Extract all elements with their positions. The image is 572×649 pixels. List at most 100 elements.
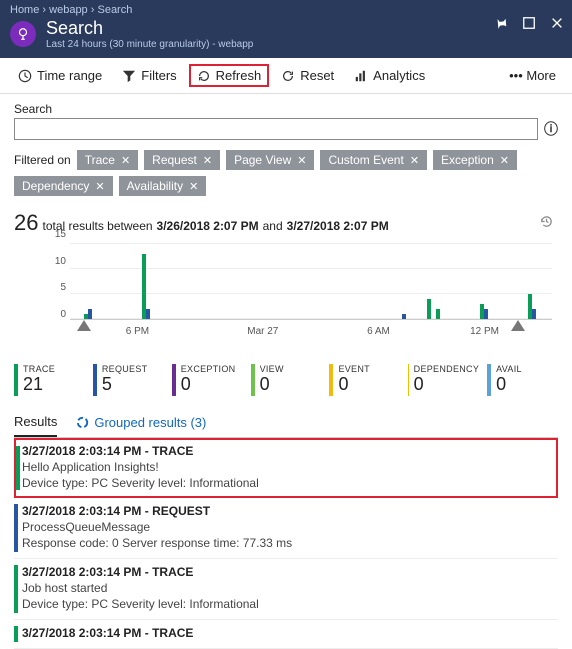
header: Home › webapp › Search Search Last 24 ho… <box>0 0 572 58</box>
breadcrumb-app[interactable]: webapp <box>49 4 88 16</box>
maximize-icon[interactable] <box>522 16 536 35</box>
chip-remove-icon[interactable]: ✕ <box>203 154 212 167</box>
chart-bar-request[interactable] <box>402 314 406 319</box>
y-tick: 10 <box>55 256 66 267</box>
tab-grouped-label: Grouped results (3) <box>94 415 206 430</box>
result-color-bar <box>14 626 18 642</box>
x-tick: 12 PM <box>470 326 499 337</box>
history-icon[interactable] <box>539 214 554 233</box>
result-header: 3/27/2018 2:03:14 PM - TRACE <box>22 565 550 579</box>
close-icon[interactable] <box>550 16 564 35</box>
stat-color-bar <box>93 364 97 396</box>
stat-value: 5 <box>102 374 148 395</box>
result-meta: Device type: PC Severity level: Informat… <box>22 476 550 490</box>
stat-color-bar <box>329 364 333 396</box>
chart-bar-request[interactable] <box>484 309 488 319</box>
filter-chip[interactable]: Trace ✕ <box>77 150 138 170</box>
chart-bar-trace[interactable] <box>427 299 431 319</box>
breadcrumb-sep: › <box>91 4 95 16</box>
page-subtitle: Last 24 hours (30 minute granularity) - … <box>46 39 253 50</box>
chip-remove-icon[interactable]: ✕ <box>95 180 104 193</box>
stat-trace[interactable]: TRACE21 <box>14 364 85 396</box>
stat-value: 0 <box>338 374 370 395</box>
chip-remove-icon[interactable]: ✕ <box>189 180 198 193</box>
filter-chip[interactable]: Page View ✕ <box>226 150 314 170</box>
chip-label: Request <box>152 153 197 167</box>
toolbar: Time range Filters Refresh Reset Analyti… <box>0 58 572 94</box>
stat-exception[interactable]: EXCEPTION0 <box>172 364 243 396</box>
chart-bar-request[interactable] <box>88 309 92 319</box>
filter-chip[interactable]: Exception ✕ <box>433 150 517 170</box>
chip-label: Trace <box>85 153 115 167</box>
time-range-button[interactable]: Time range <box>10 64 110 87</box>
search-input[interactable] <box>14 118 538 140</box>
pin-icon[interactable] <box>494 16 508 35</box>
result-item[interactable]: 3/27/2018 2:03:14 PM - TRACE Job host sta… <box>14 559 558 620</box>
page-title: Search <box>46 18 253 39</box>
filter-chip[interactable]: Custom Event✕ <box>320 150 427 170</box>
stat-avail[interactable]: AVAIL0 <box>487 364 558 396</box>
analytics-button[interactable]: Analytics <box>346 64 433 87</box>
chip-label: Page View <box>234 153 291 167</box>
result-meta: Device type: PC Severity level: Informat… <box>22 597 550 611</box>
more-button[interactable]: ••• More <box>503 64 562 87</box>
breadcrumb-home[interactable]: Home <box>10 4 39 16</box>
tab-grouped-results[interactable]: Grouped results (3) <box>75 409 206 436</box>
chip-remove-icon[interactable]: ✕ <box>500 154 509 167</box>
result-message: Hello Application Insights! <box>22 460 550 474</box>
info-icon[interactable]: ⓘ <box>544 119 558 139</box>
results-list: 3/27/2018 2:03:14 PM - TRACE Hello Applic… <box>14 438 558 649</box>
chip-remove-icon[interactable]: ✕ <box>297 154 306 167</box>
results-summary: 26 total results between 3/26/2018 2:07 … <box>14 210 558 236</box>
breadcrumb: Home › webapp › Search <box>10 4 562 16</box>
stat-value: 21 <box>23 374 55 395</box>
chip-label: Dependency <box>22 179 89 193</box>
result-item[interactable]: 3/27/2018 2:03:14 PM - TRACE <box>14 620 558 649</box>
stat-label: AVAIL <box>496 364 522 374</box>
result-item[interactable]: 3/27/2018 2:03:14 PM - TRACE Hello Applic… <box>14 438 558 498</box>
filter-chip[interactable]: Dependency ✕ <box>14 176 113 196</box>
filters-label: Filters <box>141 68 176 83</box>
y-tick: 5 <box>60 282 66 293</box>
stat-dependency[interactable]: DEPENDENCY0 <box>408 364 479 396</box>
app-insights-icon <box>10 21 36 47</box>
x-tick: 6 AM <box>367 326 390 337</box>
tab-results[interactable]: Results <box>14 408 57 437</box>
x-tick: 6 PM <box>126 326 149 337</box>
timeline-chart[interactable]: 051015 6 PMMar 276 AM12 PM <box>14 240 558 340</box>
stat-view[interactable]: VIEW0 <box>251 364 322 396</box>
stat-request[interactable]: REQUEST5 <box>93 364 164 396</box>
result-meta: Response code: 0 Server response time: 7… <box>22 536 550 550</box>
reset-label: Reset <box>300 68 334 83</box>
stat-label: EXCEPTION <box>181 364 236 374</box>
results-tabs: Results Grouped results (3) <box>14 408 558 438</box>
filter-chip[interactable]: Availability ✕ <box>119 176 207 196</box>
result-message: ProcessQueueMessage <box>22 520 550 534</box>
refresh-button[interactable]: Refresh <box>189 64 270 87</box>
breadcrumb-current: Search <box>97 4 132 16</box>
search-label: Search <box>14 102 558 116</box>
stat-color-bar <box>251 364 255 396</box>
result-item[interactable]: 3/27/2018 2:03:14 PM - REQUESTProcessQue… <box>14 498 558 559</box>
filter-chip[interactable]: Request ✕ <box>144 150 220 170</box>
result-message: Job host started <box>22 581 550 595</box>
chip-label: Availability <box>127 179 183 193</box>
stat-label: REQUEST <box>102 364 148 374</box>
chart-bar-request[interactable] <box>146 309 150 319</box>
y-tick: 15 <box>55 229 66 240</box>
stat-row: TRACE21REQUEST5EXCEPTION0VIEW0EVENT0DEPE… <box>14 364 558 402</box>
filter-row: Filtered on Trace✕Request✕Page View✕Cust… <box>14 150 558 196</box>
summary-end: 3/27/2018 2:07 PM <box>287 219 389 233</box>
chip-remove-icon[interactable]: ✕ <box>121 154 130 167</box>
breadcrumb-sep: › <box>42 4 46 16</box>
refresh-label: Refresh <box>216 68 262 83</box>
stat-event[interactable]: EVENT0 <box>329 364 400 396</box>
result-header: 3/27/2018 2:03:14 PM - TRACE <box>22 444 550 458</box>
chart-bar-request[interactable] <box>532 309 536 319</box>
results-count: 26 <box>14 210 38 236</box>
reset-button[interactable]: Reset <box>273 64 342 87</box>
chip-remove-icon[interactable]: ✕ <box>410 154 419 167</box>
chart-bar-trace[interactable] <box>436 309 440 319</box>
filters-button[interactable]: Filters <box>114 64 184 87</box>
chip-label: Exception <box>441 153 494 167</box>
